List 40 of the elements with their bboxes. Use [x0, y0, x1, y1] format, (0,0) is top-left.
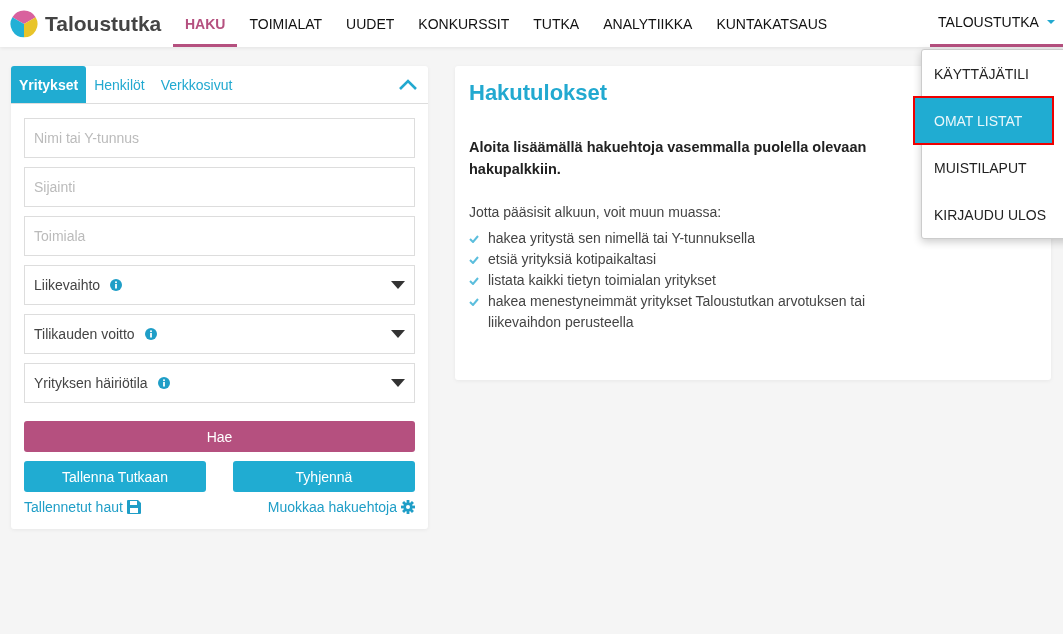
nav-tab[interactable]: UUDET [334, 0, 407, 47]
nav-tab[interactable]: TUTKA [521, 0, 592, 47]
check-icon [469, 256, 479, 264]
tip-text: hakea yritystä sen nimellä tai Y-tunnuksella [488, 229, 755, 248]
floppy-icon [126, 500, 141, 514]
logo-icon [9, 8, 39, 39]
brand-name: Taloustutka [45, 11, 162, 36]
tip-text: etsiä yrityksiä kotipaikaltasi [488, 250, 657, 269]
menu-item[interactable]: KIRJAUDU ULOS [922, 191, 1063, 238]
menu-item[interactable]: KÄYTTÄJÄTILI [922, 50, 1063, 97]
info-icon [157, 377, 170, 389]
caret-icon [1046, 20, 1055, 24]
nav-tab[interactable]: KONKURSSIT [406, 0, 522, 47]
input-field[interactable]: Toimiala [24, 216, 415, 256]
dropdown-field[interactable]: Liikevaihto [24, 265, 415, 305]
settings-icon [401, 500, 415, 514]
caret-icon [391, 281, 405, 289]
info-icon [110, 279, 123, 291]
check-icon [469, 298, 479, 306]
info-icon [144, 328, 157, 340]
caret-icon [391, 330, 405, 338]
check-icon [469, 235, 479, 243]
nav-tab[interactable]: TOIMIALAT [237, 0, 335, 47]
dropdown-field[interactable]: Tilikauden voitto [24, 314, 415, 354]
search-button[interactable]: Hae [24, 421, 415, 452]
nav-tab[interactable]: HAKU [173, 0, 238, 47]
intro-text: Jotta pääsisit alkuun, voit muun muassa: [469, 204, 722, 220]
check-icon [469, 277, 479, 285]
input-field[interactable]: Sijainti [24, 167, 415, 207]
tip-text: hakea menestyneimmät yritykset Taloustutkan arvotuksen tai liikevaihdon perusteella [488, 292, 867, 332]
input-field[interactable]: Nimi tai Y-tunnus [24, 118, 415, 158]
tip-text: listata kaikki tietyn toimialan yritykset [488, 271, 716, 290]
menu-item[interactable]: MUISTILAPUT [922, 144, 1063, 191]
collapse-icon[interactable] [398, 79, 418, 91]
dropdown-field[interactable]: Yrityksen häiriötila [24, 363, 415, 403]
nav-tab[interactable]: KUNTAKATSAUS [704, 0, 840, 47]
caret-icon [391, 379, 405, 387]
nav-tab[interactable]: ANALYTIIKKA [591, 0, 705, 47]
results-title: Hakutulokset [469, 80, 609, 106]
lead-text: Aloita lisäämällä hakuehtoja vasemmalla puolella olevaan hakupalkkiin. [469, 138, 868, 179]
